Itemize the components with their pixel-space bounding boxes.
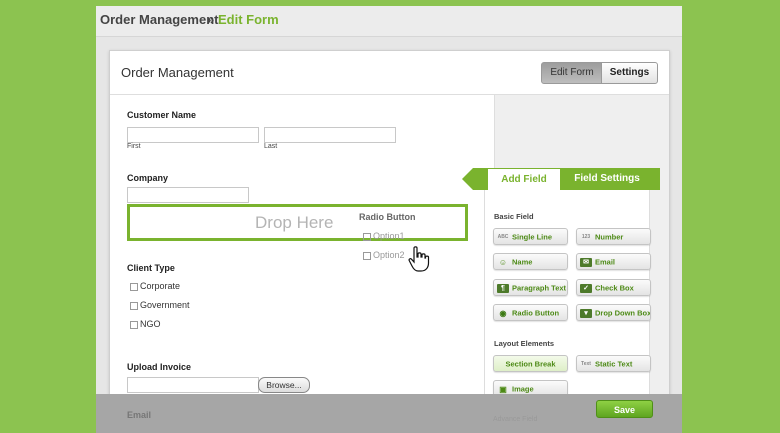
hand-cursor-icon [408,246,430,272]
checkbox-icon: ✓ [580,283,592,293]
palette-button-label: Check Box [595,283,634,293]
client-type-option[interactable]: Government [130,300,190,310]
palette-button-radio-button[interactable]: ◉ Radio Button [493,304,568,321]
palette-button-number[interactable]: 123 Number [576,228,651,245]
dropdown-icon: ▾ [580,308,592,318]
radio-option-box [363,232,371,241]
palette-button-email[interactable]: ✉ Email [576,253,651,270]
upload-invoice-input[interactable] [127,377,259,393]
last-name-input[interactable] [264,127,396,143]
envelope-icon: ✉ [580,257,592,267]
abc-text-icon: ABC [497,233,509,240]
panel-header: Order Management Edit Form Settings [110,51,669,95]
palette-button-label: Paragraph Text [512,283,567,293]
upload-invoice-label: Upload Invoice [127,362,192,372]
client-type-option[interactable]: Corporate [130,281,180,291]
email-label: Email [127,410,152,420]
first-sublabel: First [127,143,141,150]
breadcrumb-root[interactable]: Order Management [100,12,218,27]
palette-button-label: Section Break [505,359,556,369]
number-icon: 123 [581,233,591,240]
palette-button-section-break[interactable]: Section Break [493,355,568,372]
basic-field-label: Basic Field [494,212,534,221]
person-icon: ☺ [498,257,508,267]
edit-form-button[interactable]: Edit Form [541,62,603,84]
panel-title: Order Management [121,65,234,80]
paragraph-icon: ¶ [497,283,509,293]
client-type-option-label: Corporate [140,281,181,291]
save-button[interactable]: Save [596,400,653,418]
drop-zone-text: Drop Here [255,213,334,232]
palette-button-label: Radio Button [512,308,560,318]
layout-elements-label: Layout Elements [494,339,555,348]
palette-button-static-text[interactable]: Text Static Text [576,355,651,372]
checkbox[interactable] [130,282,138,291]
client-type-option-label: NGO [140,319,161,329]
footer-bar [96,394,682,433]
palette-button-label: Drop Down Box [595,308,651,318]
advanced-field-label: Advance Field [493,416,538,423]
palette-button-name[interactable]: ☺ Name [493,253,568,270]
breadcrumb-separator: » [207,12,215,27]
palette-button-label: Email [595,257,616,267]
tab-field-settings[interactable]: Field Settings [567,168,647,190]
palette-button-paragraph-text[interactable]: ¶ Paragraph Text [493,279,568,296]
company-label: Company [127,173,169,183]
image-icon: ▣ [499,384,507,394]
dragged-radio-option: Option1 [363,231,405,241]
tab-pointer-arrow [462,168,473,190]
breadcrumb-current: Edit Form [218,12,279,27]
client-type-label: Client Type [127,263,175,273]
palette-button-drop-down-box[interactable]: ▾ Drop Down Box [576,304,651,321]
checkbox[interactable] [130,320,138,329]
palette-button-label: Single Line [512,232,553,242]
palette-button-label: Number [595,232,624,242]
palette-button-check-box[interactable]: ✓ Check Box [576,279,651,296]
tab-add-field[interactable]: Add Field [488,169,560,190]
dragged-radio-option: Option2 [363,250,405,260]
palette-button-label: Static Text [595,359,633,369]
settings-button[interactable]: Settings [601,62,658,84]
radio-option-box [363,251,371,260]
checkbox[interactable] [130,301,138,310]
top-bar: Order Management » Edit Form [96,6,682,37]
radio-icon: ◉ [499,308,507,318]
dragged-radio-title: Radio Button [359,212,416,222]
dragged-radio-option-label: Option1 [373,231,405,241]
browse-button[interactable]: Browse... [258,377,310,393]
first-name-input[interactable] [127,127,259,143]
client-type-option-label: Government [140,300,190,310]
palette-button-label: Image [512,384,534,394]
last-sublabel: Last [264,143,278,150]
dragged-radio-option-label: Option2 [373,250,405,260]
company-input[interactable] [127,187,249,203]
customer-name-label: Customer Name [127,110,197,120]
palette-button-single-line[interactable]: ABC Single Line [493,228,568,245]
static-text-icon: Text [581,360,591,367]
palette-button-label: Name [512,257,533,267]
client-type-option[interactable]: NGO [130,319,161,329]
